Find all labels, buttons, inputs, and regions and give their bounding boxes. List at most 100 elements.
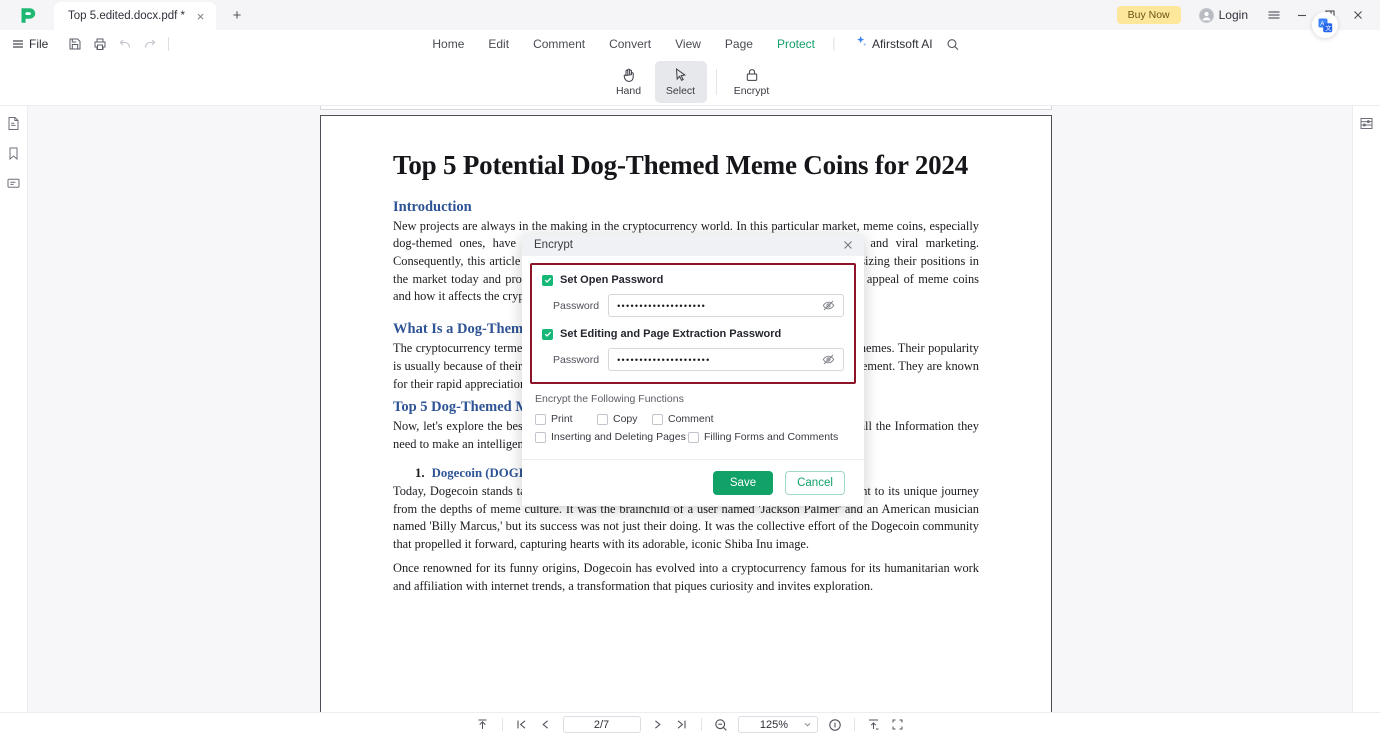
open-password-value: •••••••••••••••••••• [617, 300, 707, 311]
set-edit-password-checkbox[interactable] [542, 328, 553, 340]
edit-password-field-label: Password [553, 353, 600, 366]
translate-icon[interactable]: A 文 [1312, 12, 1338, 38]
undo-icon[interactable] [112, 32, 137, 56]
menu-item-comment[interactable]: Comment [521, 33, 597, 55]
edit-password-value: ••••••••••••••••••••• [617, 354, 711, 365]
function-print[interactable]: Print [535, 413, 597, 425]
list-item-title: Dogecoin (DOGE) [431, 465, 532, 480]
edit-password-row: Password ••••••••••••••••••••• [553, 348, 844, 371]
dialog-title: Encrypt [534, 239, 573, 251]
function-comment-checkbox[interactable] [652, 413, 663, 425]
page-thumbnails-icon[interactable] [3, 112, 25, 134]
print-icon[interactable] [87, 32, 112, 56]
file-menu-button[interactable]: File [12, 37, 48, 51]
tool-select-label: Select [665, 84, 696, 97]
menu-bar: File Home Edit Comment Convert View Page… [0, 30, 1380, 60]
next-page-icon[interactable] [646, 715, 670, 735]
new-tab-button[interactable]: + [228, 6, 246, 24]
tab-bar: Top 5.edited.docx.pdf * × + Buy Now Logi… [0, 0, 1380, 30]
set-open-password-label: Set Open Password [560, 274, 664, 286]
tool-encrypt-label: Encrypt [733, 84, 770, 97]
divider [501, 718, 503, 731]
set-edit-password-row[interactable]: Set Editing and Page Extraction Password [542, 328, 844, 340]
first-page-icon[interactable] [510, 715, 534, 735]
comment-icon[interactable] [3, 172, 25, 194]
zoom-level-select[interactable]: 125% [737, 716, 818, 733]
function-insert-delete-pages-label: Inserting and Deleting Pages [551, 431, 686, 443]
close-icon[interactable]: × [193, 9, 208, 24]
function-insert-delete-pages-checkbox[interactable] [535, 431, 546, 443]
app-logo [14, 2, 40, 28]
tool-hand[interactable]: Hand [603, 61, 655, 103]
menu-item-protect[interactable]: Protect [765, 33, 827, 60]
divider [853, 718, 855, 731]
document-title: Top 5 Potential Dog-Themed Meme Coins fo… [393, 150, 969, 180]
right-sidebar [1352, 106, 1380, 712]
fullscreen-icon[interactable] [886, 715, 910, 735]
set-open-password-checkbox[interactable] [542, 274, 553, 286]
dialog-body: Set Open Password Password •••••••••••••… [522, 263, 864, 443]
set-open-password-row[interactable]: Set Open Password [542, 274, 844, 286]
search-icon[interactable] [947, 38, 960, 51]
function-comment[interactable]: Comment [652, 413, 714, 425]
function-filling-forms[interactable]: Filling Forms and Comments [688, 431, 838, 443]
scroll-to-top-icon[interactable] [471, 715, 495, 735]
password-highlight-region: Set Open Password Password •••••••••••••… [530, 263, 856, 384]
svg-text:文: 文 [1325, 24, 1331, 32]
afirstsoft-ai-button[interactable]: Afirstsoft AI [854, 35, 933, 53]
divider [168, 37, 170, 51]
function-print-checkbox[interactable] [535, 413, 546, 425]
eye-off-icon[interactable] [821, 353, 835, 367]
eye-off-icon[interactable] [821, 299, 835, 313]
document-tab[interactable]: Top 5.edited.docx.pdf * × [54, 2, 216, 30]
fit-width-icon[interactable] [862, 715, 886, 735]
zoom-in-icon[interactable] [823, 715, 847, 735]
function-insert-delete-pages[interactable]: Inserting and Deleting Pages [535, 431, 688, 443]
login-label: Login [1218, 8, 1248, 22]
function-filling-forms-label: Filling Forms and Comments [704, 431, 839, 443]
section-heading-introduction: Introduction [393, 198, 472, 215]
cancel-button[interactable]: Cancel [785, 471, 845, 495]
encrypt-dialog: Encrypt Set Open Password Password •••••… [522, 234, 864, 506]
divider [700, 718, 702, 731]
menu-item-convert[interactable]: Convert [597, 33, 663, 55]
menu-item-view[interactable]: View [663, 33, 713, 55]
page-number-input[interactable]: 2/7 [562, 716, 641, 733]
function-copy[interactable]: Copy [597, 413, 652, 425]
menu-item-page[interactable]: Page [713, 33, 765, 55]
tool-encrypt[interactable]: Encrypt [726, 61, 778, 103]
divider [832, 37, 834, 51]
application-window: Top 5.edited.docx.pdf * × + Buy Now Logi… [0, 0, 1380, 736]
menu-item-edit[interactable]: Edit [476, 33, 521, 55]
sparkle-icon [854, 35, 867, 53]
prev-page-icon[interactable] [534, 715, 558, 735]
tool-hand-label: Hand [615, 84, 642, 97]
quick-access-toolbar [62, 32, 175, 56]
menu-item-home[interactable]: Home [420, 33, 476, 55]
properties-panel-icon[interactable] [1356, 112, 1378, 134]
last-page-icon[interactable] [670, 715, 694, 735]
bookmark-icon[interactable] [3, 142, 25, 164]
set-edit-password-label: Set Editing and Page Extraction Password [560, 328, 782, 340]
dialog-title-bar[interactable]: Encrypt [522, 234, 864, 256]
save-button[interactable]: Save [713, 471, 773, 495]
function-copy-label: Copy [613, 413, 638, 425]
buy-now-button[interactable]: Buy Now [1116, 6, 1181, 24]
zoom-level-value: 125% [759, 718, 789, 731]
close-window-button[interactable] [1344, 4, 1372, 26]
login-button[interactable]: Login [1198, 7, 1248, 23]
status-bar: 2/7 125% [0, 712, 1380, 736]
close-icon[interactable] [840, 237, 856, 253]
tool-select[interactable]: Select [654, 60, 707, 103]
encrypt-functions-row-2: Inserting and Deleting Pages Filling For… [535, 431, 864, 443]
save-icon[interactable] [62, 32, 87, 56]
zoom-out-icon[interactable] [709, 715, 733, 735]
edit-password-input[interactable]: ••••••••••••••••••••• [608, 348, 844, 371]
redo-icon[interactable] [137, 32, 162, 56]
menu-icon[interactable] [1260, 4, 1288, 26]
function-filling-forms-checkbox[interactable] [688, 431, 699, 443]
encrypt-functions-row-1: Print Copy Comment [535, 413, 864, 425]
open-password-input[interactable]: •••••••••••••••••••• [608, 294, 844, 317]
function-print-label: Print [551, 413, 573, 425]
function-copy-checkbox[interactable] [597, 413, 608, 425]
